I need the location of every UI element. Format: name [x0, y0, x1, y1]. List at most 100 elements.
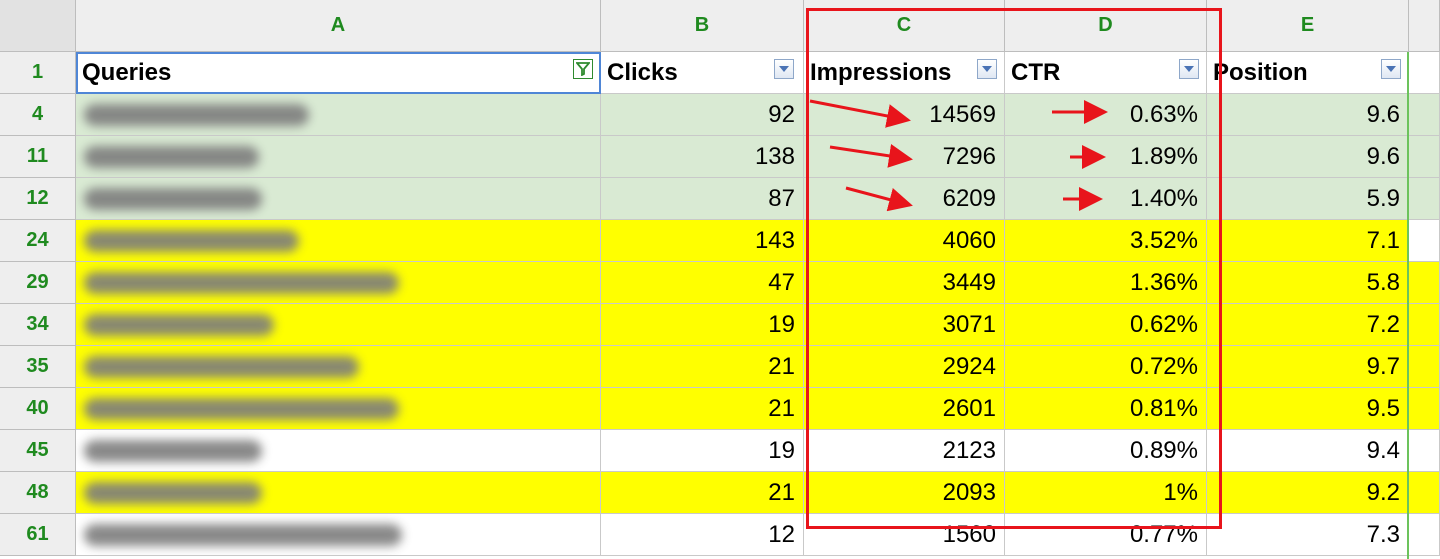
- row-header[interactable]: 4: [0, 94, 76, 136]
- row-header[interactable]: 48: [0, 472, 76, 514]
- query-cell[interactable]: [76, 220, 601, 262]
- header-cell-clicks[interactable]: Clicks: [601, 52, 804, 94]
- column-f-cell[interactable]: [1409, 388, 1440, 430]
- header-cell-queries[interactable]: Queries: [76, 52, 601, 94]
- column-header-b[interactable]: B: [601, 0, 804, 52]
- column-f-cell[interactable]: [1409, 472, 1440, 514]
- column-f-cell[interactable]: [1409, 430, 1440, 472]
- column-f-cell[interactable]: [1409, 514, 1440, 556]
- impressions-cell[interactable]: 6209: [804, 178, 1005, 220]
- header-cell-impressions[interactable]: Impressions: [804, 52, 1005, 94]
- row-header[interactable]: 24: [0, 220, 76, 262]
- column-f-cell[interactable]: [1409, 94, 1440, 136]
- ctr-cell[interactable]: 1.40%: [1005, 178, 1207, 220]
- row-header[interactable]: 61: [0, 514, 76, 556]
- impressions-cell[interactable]: 3071: [804, 304, 1005, 346]
- ctr-cell[interactable]: 1.36%: [1005, 262, 1207, 304]
- impressions-cell[interactable]: 3449: [804, 262, 1005, 304]
- select-all-corner[interactable]: [0, 0, 76, 52]
- chevron-down-icon[interactable]: [1179, 59, 1199, 79]
- row-header[interactable]: 29: [0, 262, 76, 304]
- row-header[interactable]: 40: [0, 388, 76, 430]
- clicks-cell[interactable]: 21: [601, 346, 804, 388]
- impressions-cell[interactable]: 2601: [804, 388, 1005, 430]
- impressions-cell[interactable]: 14569: [804, 94, 1005, 136]
- header-cell-f-partial[interactable]: [1409, 52, 1440, 94]
- impressions-cell[interactable]: 2924: [804, 346, 1005, 388]
- column-f-cell[interactable]: [1409, 304, 1440, 346]
- chevron-down-icon[interactable]: [977, 59, 997, 79]
- query-cell[interactable]: [76, 388, 601, 430]
- query-cell[interactable]: [76, 262, 601, 304]
- row-header[interactable]: 12: [0, 178, 76, 220]
- impressions-cell[interactable]: 2093: [804, 472, 1005, 514]
- position-cell[interactable]: 5.9: [1207, 178, 1409, 220]
- row-header[interactable]: 45: [0, 430, 76, 472]
- ctr-cell[interactable]: 1%: [1005, 472, 1207, 514]
- header-cell-position[interactable]: Position: [1207, 52, 1409, 94]
- column-header-a[interactable]: A: [76, 0, 601, 52]
- impressions-cell[interactable]: 7296: [804, 136, 1005, 178]
- impressions-cell[interactable]: 1560: [804, 514, 1005, 556]
- position-cell[interactable]: 7.2: [1207, 304, 1409, 346]
- clicks-cell[interactable]: 19: [601, 304, 804, 346]
- ctr-header-label: CTR: [1011, 58, 1061, 86]
- row-header-1[interactable]: 1: [0, 52, 76, 94]
- column-header-f-partial[interactable]: [1409, 0, 1440, 52]
- row-header[interactable]: 34: [0, 304, 76, 346]
- position-cell[interactable]: 9.6: [1207, 136, 1409, 178]
- clicks-cell[interactable]: 87: [601, 178, 804, 220]
- position-cell[interactable]: 7.3: [1207, 514, 1409, 556]
- position-cell[interactable]: 9.5: [1207, 388, 1409, 430]
- column-f-cell[interactable]: [1409, 178, 1440, 220]
- column-header-d[interactable]: D: [1005, 0, 1207, 52]
- ctr-cell[interactable]: 0.89%: [1005, 430, 1207, 472]
- clicks-cell[interactable]: 21: [601, 472, 804, 514]
- ctr-cell[interactable]: 1.89%: [1005, 136, 1207, 178]
- clicks-cell[interactable]: 138: [601, 136, 804, 178]
- column-f-cell[interactable]: [1409, 220, 1440, 262]
- header-cell-ctr[interactable]: CTR: [1005, 52, 1207, 94]
- clicks-cell[interactable]: 47: [601, 262, 804, 304]
- query-cell[interactable]: [76, 136, 601, 178]
- ctr-cell[interactable]: 0.81%: [1005, 388, 1207, 430]
- queries-header-label: Queries: [82, 58, 172, 86]
- clicks-cell[interactable]: 21: [601, 388, 804, 430]
- ctr-cell[interactable]: 3.52%: [1005, 220, 1207, 262]
- column-header-c[interactable]: C: [804, 0, 1005, 52]
- query-cell[interactable]: [76, 94, 601, 136]
- funnel-filter-icon[interactable]: [573, 59, 593, 79]
- column-f-cell[interactable]: [1409, 262, 1440, 304]
- ctr-cell[interactable]: 0.77%: [1005, 514, 1207, 556]
- query-cell[interactable]: [76, 514, 601, 556]
- query-cell[interactable]: [76, 178, 601, 220]
- ctr-cell[interactable]: 0.72%: [1005, 346, 1207, 388]
- redacted-query-text: [84, 481, 262, 504]
- clicks-cell[interactable]: 143: [601, 220, 804, 262]
- position-cell[interactable]: 9.7: [1207, 346, 1409, 388]
- ctr-cell[interactable]: 0.63%: [1005, 94, 1207, 136]
- position-cell[interactable]: 5.8: [1207, 262, 1409, 304]
- chevron-down-icon[interactable]: [1381, 59, 1401, 79]
- column-f-cell[interactable]: [1409, 346, 1440, 388]
- query-cell[interactable]: [76, 346, 601, 388]
- impressions-header-label: Impressions: [810, 58, 952, 86]
- clicks-cell[interactable]: 19: [601, 430, 804, 472]
- position-cell[interactable]: 9.4: [1207, 430, 1409, 472]
- clicks-cell[interactable]: 92: [601, 94, 804, 136]
- position-cell[interactable]: 9.2: [1207, 472, 1409, 514]
- column-header-e[interactable]: E: [1207, 0, 1409, 52]
- position-cell[interactable]: 7.1: [1207, 220, 1409, 262]
- impressions-cell[interactable]: 4060: [804, 220, 1005, 262]
- row-header[interactable]: 35: [0, 346, 76, 388]
- query-cell[interactable]: [76, 304, 601, 346]
- ctr-cell[interactable]: 0.62%: [1005, 304, 1207, 346]
- chevron-down-icon[interactable]: [774, 59, 794, 79]
- query-cell[interactable]: [76, 430, 601, 472]
- position-cell[interactable]: 9.6: [1207, 94, 1409, 136]
- clicks-cell[interactable]: 12: [601, 514, 804, 556]
- query-cell[interactable]: [76, 472, 601, 514]
- column-f-cell[interactable]: [1409, 136, 1440, 178]
- impressions-cell[interactable]: 2123: [804, 430, 1005, 472]
- row-header[interactable]: 11: [0, 136, 76, 178]
